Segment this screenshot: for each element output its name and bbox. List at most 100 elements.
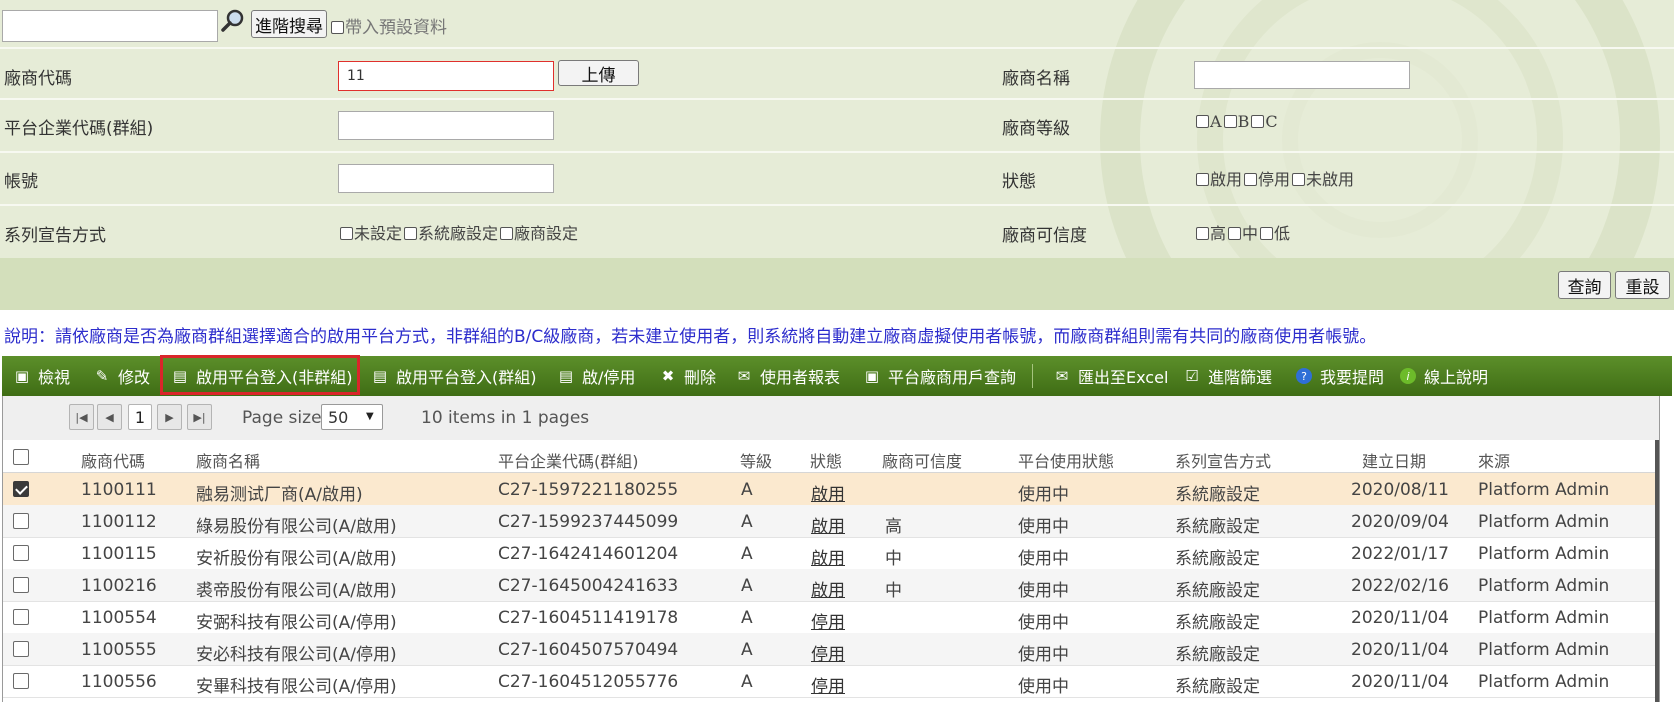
select-all-checkbox[interactable] xyxy=(13,449,29,465)
col-header-vendor-name[interactable]: 廠商名稱 xyxy=(196,448,260,472)
action-bar xyxy=(0,258,1674,310)
status-disabled-checkbox[interactable] xyxy=(1244,173,1258,186)
cell-status[interactable]: 啟用 xyxy=(811,480,845,505)
quick-search-input[interactable] xyxy=(2,10,218,42)
cell-platform-usage: 使用中 xyxy=(1018,613,1069,633)
cred-low-checkbox[interactable] xyxy=(1260,227,1274,240)
cell-status[interactable]: 停用 xyxy=(811,608,845,633)
cred-high-checkbox[interactable] xyxy=(1196,227,1209,240)
vendor-name-label: 廠商名稱 xyxy=(1002,69,1070,89)
prev-page-button[interactable]: ◀ xyxy=(97,404,122,430)
page-size-select[interactable]: 50 ▼ xyxy=(321,404,383,430)
status-enabled-label: 啟用 xyxy=(1210,170,1243,189)
account-input[interactable] xyxy=(338,164,554,193)
level-c-checkbox[interactable] xyxy=(1251,115,1265,128)
page-number-input[interactable]: 1 xyxy=(128,404,152,430)
include-default-label: 帶入預設資料 xyxy=(345,18,447,38)
cell-vendor-code: 1100111 xyxy=(81,480,157,500)
view-button[interactable]: ▣ 檢視 xyxy=(14,356,70,396)
page-size-label: Page size: xyxy=(242,408,328,428)
export-excel-button[interactable]: ✉ 匯出至Excel xyxy=(1054,356,1169,396)
cell-status[interactable]: 啟用 xyxy=(811,576,845,601)
ask-question-button[interactable]: ? 我要提問 xyxy=(1296,356,1384,396)
cred-mid-label: 中 xyxy=(1242,224,1259,243)
reset-button[interactable]: 重設 xyxy=(1615,271,1670,299)
advanced-search-button[interactable]: 進階搜尋 xyxy=(251,10,327,38)
status-options: 啟用 停用 未啟用 xyxy=(1196,166,1356,190)
account-label: 帳號 xyxy=(4,172,38,192)
cell-vendor-name: 安祈股份有限公司(A/啟用) xyxy=(196,549,397,569)
level-a-checkbox[interactable] xyxy=(1196,115,1209,128)
edit-button[interactable]: ✎ 修改 xyxy=(94,356,150,396)
row-checkbox[interactable] xyxy=(13,481,29,497)
table-row[interactable]: 1100556 安畢科技有限公司(A/停用) C27-1604512055776 A 停… xyxy=(3,665,1659,698)
cell-source: Platform Admin xyxy=(1478,672,1610,692)
cell-status[interactable]: 啟用 xyxy=(811,512,845,537)
cell-status[interactable]: 啟用 xyxy=(811,544,845,569)
row-checkbox[interactable] xyxy=(13,577,29,593)
cell-status[interactable]: 停用 xyxy=(811,672,845,697)
cell-vendor-name: 安弻科技有限公司(A/停用) xyxy=(196,613,397,633)
table-row[interactable]: 1100555 安必科技有限公司(A/停用) C27-1604507570494 A 停… xyxy=(3,633,1659,666)
cell-credibility: 中 xyxy=(885,581,902,601)
platform-code-input[interactable] xyxy=(338,111,554,140)
report-icon: ✉ xyxy=(737,367,751,385)
cell-platform-code: C27-1599237445099 xyxy=(498,512,679,532)
toggle-status-button[interactable]: ▤ 啟/停用 xyxy=(558,356,636,396)
vendor-code-input[interactable]: 11 xyxy=(338,61,554,91)
background-decoration xyxy=(1100,0,1660,290)
enable-login-group-button[interactable]: ▤ 啟用平台登入(群組) xyxy=(372,356,537,396)
level-b-checkbox[interactable] xyxy=(1223,115,1237,128)
advanced-filter-button[interactable]: ☑ 進階篩選 xyxy=(1184,356,1272,396)
col-header-vendor-code[interactable]: 廠商代碼 xyxy=(81,448,145,472)
col-header-level[interactable]: 等級 xyxy=(740,448,772,472)
row-checkbox[interactable] xyxy=(13,641,29,657)
vendor-name-input[interactable] xyxy=(1194,61,1410,89)
col-header-credibility[interactable]: 廠商可信度 xyxy=(882,448,962,472)
col-header-platform-usage[interactable]: 平台使用狀態 xyxy=(1018,448,1114,472)
table-row[interactable]: 1100115 安祈股份有限公司(A/啟用) C27-1642414601204 A 啟… xyxy=(3,537,1659,570)
cell-level: A xyxy=(741,672,753,692)
query-icon: ▣ xyxy=(864,367,880,385)
edit-icon: ✎ xyxy=(95,367,109,385)
include-default-checkbox[interactable] xyxy=(331,21,344,34)
next-page-button[interactable]: ▶ xyxy=(157,404,182,430)
cell-vendor-name: 綠易股份有限公司(A/啟用) xyxy=(196,517,397,537)
status-not-enabled-checkbox[interactable] xyxy=(1292,173,1306,186)
col-header-platform-code[interactable]: 平台企業代碼(群組) xyxy=(498,448,639,472)
cell-vendor-code: 1100115 xyxy=(81,544,157,564)
row-checkbox[interactable] xyxy=(13,545,29,561)
vendor-user-query-button[interactable]: ▣ 平台廠商用戶查詢 xyxy=(864,356,1016,396)
delete-button[interactable]: ✖ 刪除 xyxy=(660,356,716,396)
row-checkbox[interactable] xyxy=(13,673,29,689)
col-header-created-date[interactable]: 建立日期 xyxy=(1362,448,1426,472)
first-page-button[interactable]: |◀ xyxy=(69,404,94,430)
upload-button[interactable]: 上傳 xyxy=(558,60,639,86)
cell-platform-usage: 使用中 xyxy=(1018,581,1069,601)
col-header-status[interactable]: 狀態 xyxy=(810,448,842,472)
table-row[interactable]: 1100111 融易测试厂商(A/啟用) C27-1597221180255 A 啟用 使… xyxy=(3,473,1659,506)
series-unset-checkbox[interactable] xyxy=(340,227,353,240)
table-row[interactable]: 1100112 綠易股份有限公司(A/啟用) C27-1599237445099 A 啟… xyxy=(3,505,1659,538)
last-page-button[interactable]: ▶| xyxy=(187,404,212,430)
include-default-option[interactable]: 帶入預設資料 xyxy=(331,13,447,38)
series-system-checkbox[interactable] xyxy=(404,227,418,240)
col-header-series-declaration[interactable]: 系列宣告方式 xyxy=(1175,448,1271,472)
online-help-button[interactable]: i 線上說明 xyxy=(1400,356,1488,396)
table-row[interactable]: 1100216 裘帝股份有限公司(A/啟用) C27-1645004241633 A 啟… xyxy=(3,569,1659,602)
row-checkbox[interactable] xyxy=(13,609,29,625)
col-header-source[interactable]: 來源 xyxy=(1478,448,1510,472)
vertical-scrollbar[interactable] xyxy=(1655,440,1659,702)
search-icon[interactable] xyxy=(220,8,246,34)
cell-created-date: 2022/01/17 xyxy=(1351,544,1449,564)
row-checkbox[interactable] xyxy=(13,513,29,529)
table-row[interactable]: 1100554 安弻科技有限公司(A/停用) C27-1604511419178 A 停… xyxy=(3,601,1659,634)
cell-series-declaration: 系統廠設定 xyxy=(1175,485,1260,505)
query-button[interactable]: 查詢 xyxy=(1558,271,1611,299)
cred-mid-checkbox[interactable] xyxy=(1228,227,1242,240)
series-vendor-checkbox[interactable] xyxy=(500,227,514,240)
status-enabled-checkbox[interactable] xyxy=(1196,173,1209,186)
cell-status[interactable]: 停用 xyxy=(811,640,845,665)
user-report-button[interactable]: ✉ 使用者報表 xyxy=(736,356,840,396)
cell-series-declaration: 系統廠設定 xyxy=(1175,677,1260,697)
